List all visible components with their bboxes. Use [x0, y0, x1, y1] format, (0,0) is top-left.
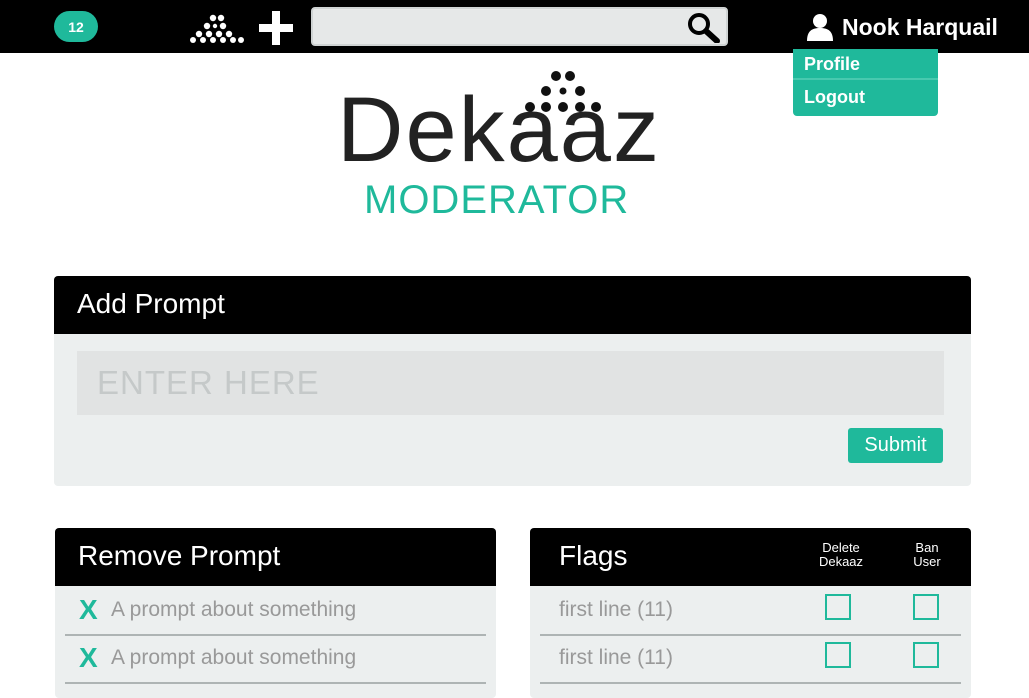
prompt-text: A prompt about something: [111, 646, 357, 669]
ban-user-checkbox[interactable]: [913, 642, 939, 668]
table-row: first line (11): [540, 634, 961, 684]
user-name[interactable]: Nook Harquail: [842, 14, 998, 41]
moderator-subtitle: MODERATOR: [364, 178, 630, 222]
col-header-ban-user: Ban User: [904, 541, 950, 569]
search-icon[interactable]: [686, 12, 720, 43]
col-header-delete-line1: Delete: [822, 540, 860, 555]
col-header-delete-dekaaz: Delete Dekaaz: [810, 541, 872, 569]
add-prompt-panel: Add Prompt Submit: [54, 276, 971, 486]
user-icon[interactable]: [806, 13, 834, 41]
ban-user-checkbox[interactable]: [913, 594, 939, 620]
add-prompt-header: Add Prompt: [54, 276, 971, 334]
flags-panel: Flags Delete Dekaaz Ban User first line …: [530, 528, 971, 698]
add-prompt-title: Add Prompt: [77, 288, 225, 319]
col-header-ban-line1: Ban: [915, 540, 939, 555]
prompt-text: A prompt about something: [111, 598, 357, 621]
col-header-ban-line2: User: [913, 554, 941, 569]
remove-prompt-panel: Remove Prompt X A prompt about something…: [55, 528, 496, 698]
top-nav-bar: 12 Nook Harquail: [0, 0, 1029, 53]
remove-prompt-header: Remove Prompt: [55, 528, 496, 586]
delete-dekaaz-checkbox[interactable]: [825, 642, 851, 668]
user-dropdown-menu: Profile Logout: [793, 49, 938, 116]
flags-header: Flags Delete Dekaaz Ban User: [530, 528, 971, 586]
flags-title: Flags: [559, 540, 628, 571]
remove-x-button[interactable]: X: [79, 642, 98, 674]
menu-item-profile[interactable]: Profile: [793, 49, 938, 80]
list-item: X A prompt about something: [65, 586, 486, 636]
notification-count-badge[interactable]: 12: [54, 11, 98, 42]
search-bar: [311, 7, 728, 46]
menu-item-logout[interactable]: Logout: [793, 82, 938, 113]
dekaaz-logo-wordmark: Dekaaz: [337, 79, 661, 181]
logo-dots-icon: [525, 71, 601, 112]
prompt-input[interactable]: [77, 351, 944, 415]
list-item: X A prompt about something: [65, 634, 486, 684]
col-header-delete-line2: Dekaaz: [818, 554, 864, 569]
search-input[interactable]: [321, 13, 675, 42]
add-plus-icon[interactable]: [258, 10, 294, 46]
flag-text: first line (11): [559, 598, 673, 621]
remove-prompt-title: Remove Prompt: [78, 540, 281, 571]
table-row: first line (11): [540, 586, 961, 636]
delete-dekaaz-checkbox[interactable]: [825, 594, 851, 620]
flag-text: first line (11): [559, 646, 673, 669]
submit-button[interactable]: Submit: [848, 428, 943, 463]
dekaaz-dots-icon[interactable]: [190, 13, 244, 43]
remove-x-button[interactable]: X: [79, 594, 98, 626]
